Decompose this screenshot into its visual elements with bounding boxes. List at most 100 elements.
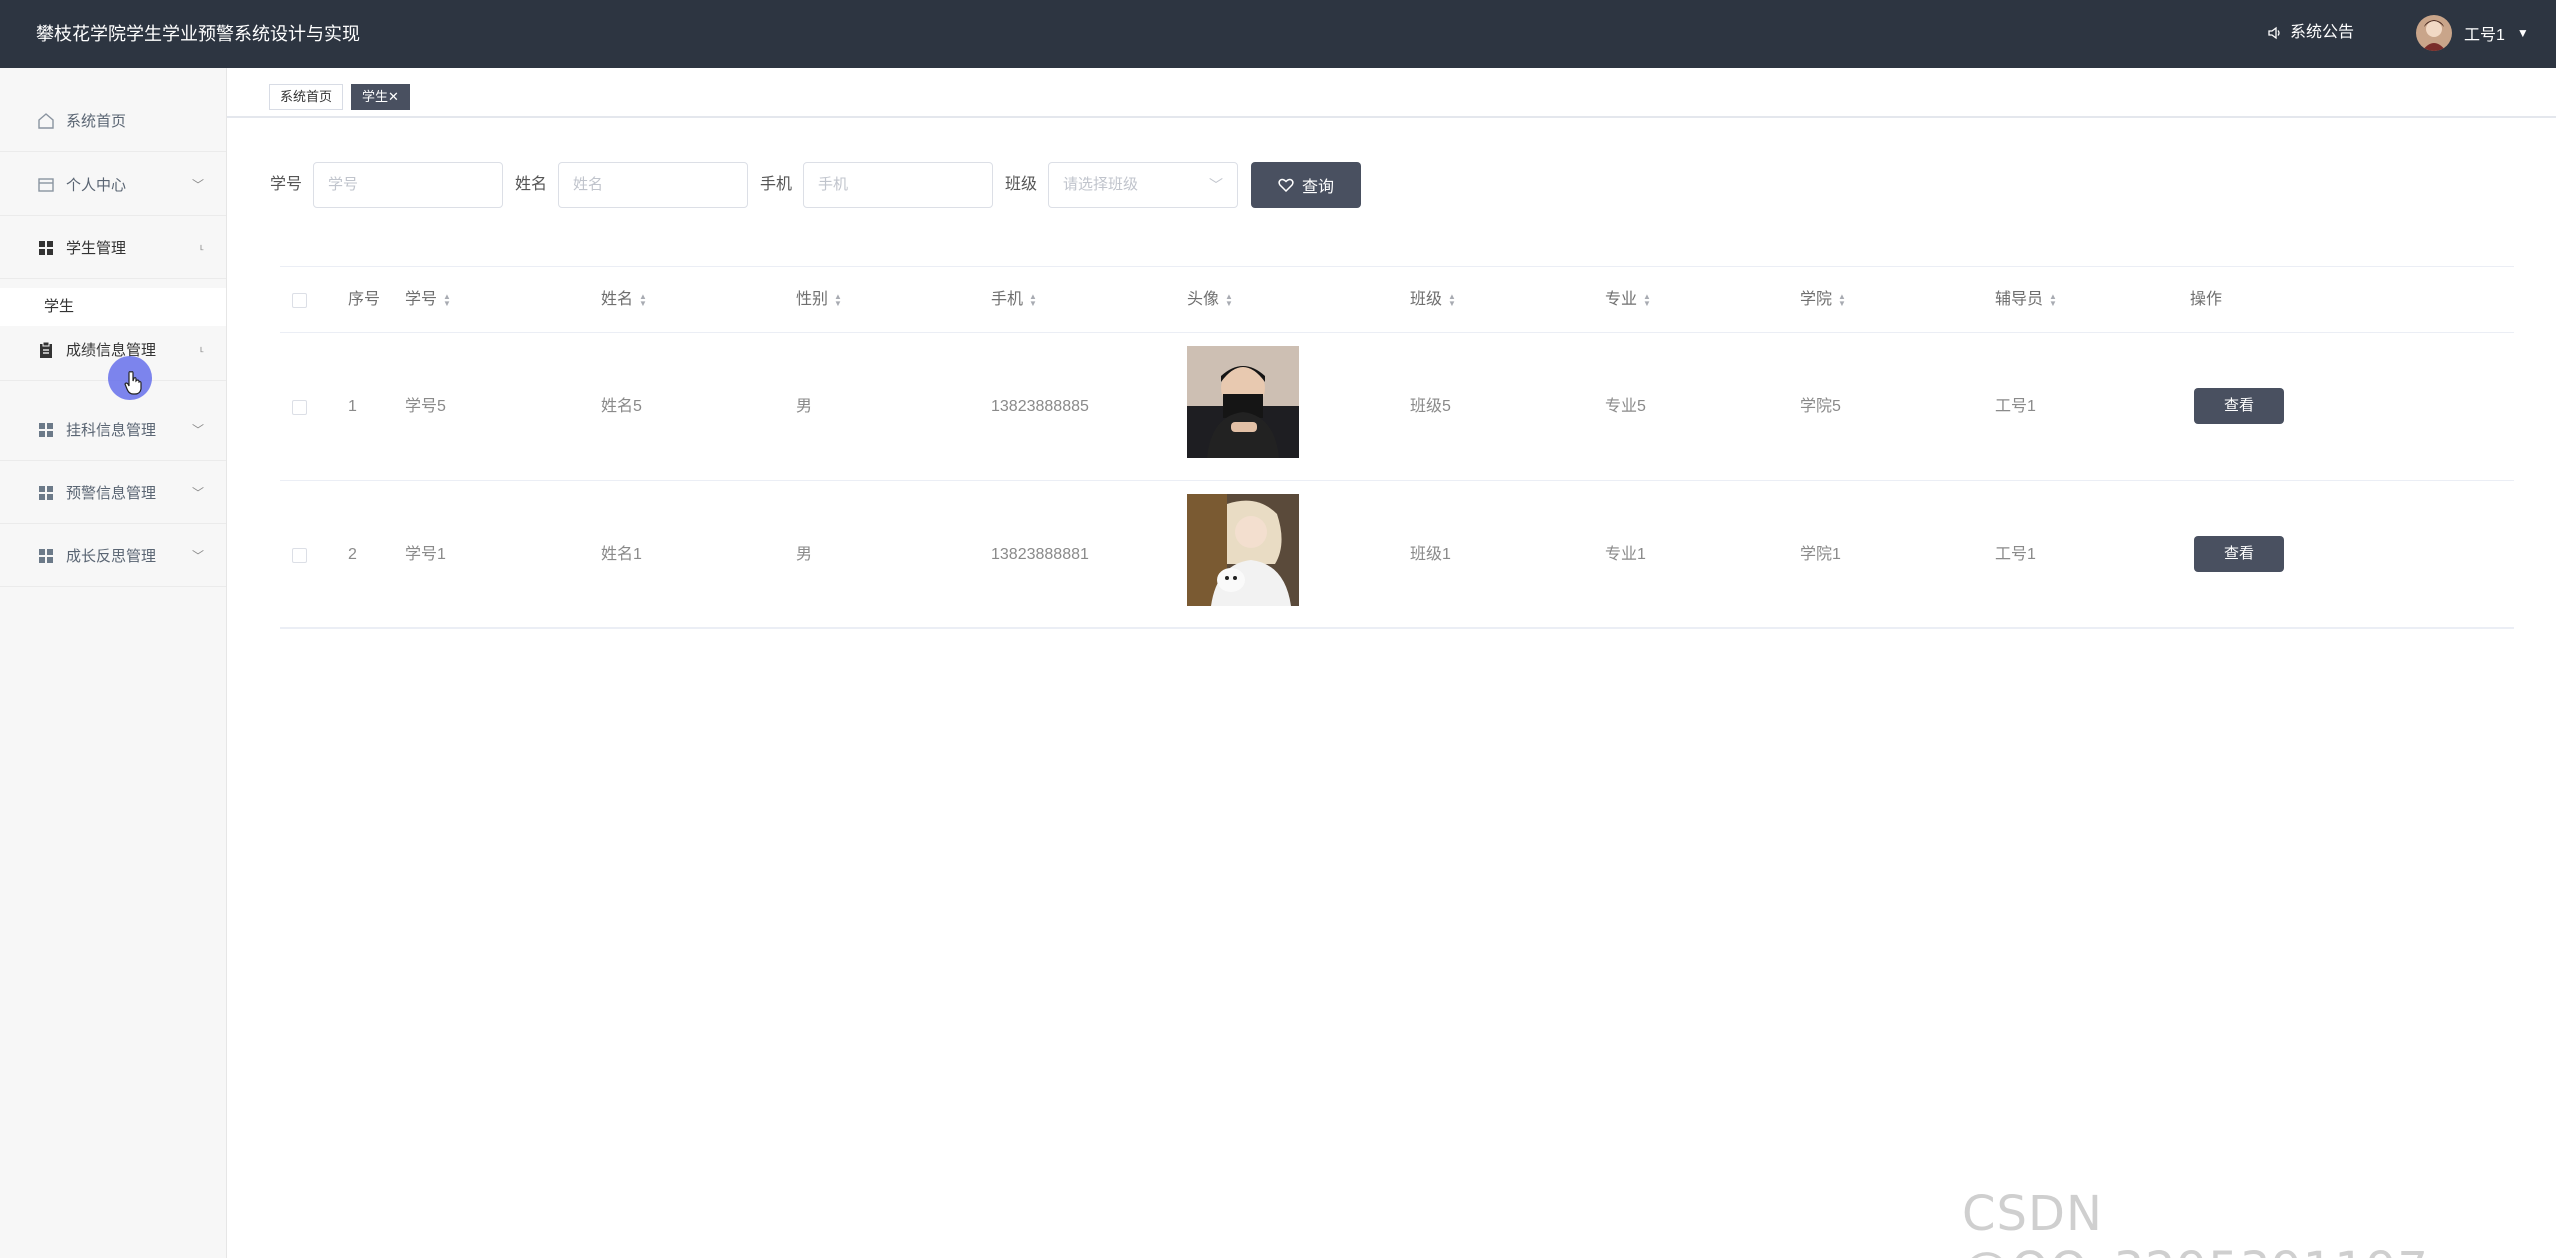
table-header: 序号 学号 ▲ ▼ 姓名 ▲ ▼ 性别 ▲ ▼ 手机 ▲ ▼ 头像 ▲ ▼ 班级 ▲ ▼ 专业 ▲ ▼ 学院… xyxy=(280,267,2514,333)
sort-icon[interactable]: ▲ ▼ xyxy=(1643,293,1651,308)
sidebar-item-label: 学生管理 xyxy=(66,240,127,257)
cell-college: 学院5 xyxy=(1800,398,1841,415)
user-menu[interactable]: 工号1 ▼ xyxy=(2416,14,2529,52)
column-header-gender[interactable]: 性别 ▲ ▼ xyxy=(796,267,842,333)
speaker-icon xyxy=(2268,26,2280,40)
sidebar-item-failed-course-management[interactable]: 挂科信息管理 ﹀ xyxy=(0,399,226,461)
column-header-phone[interactable]: 手机 ▲ ▼ xyxy=(991,267,1037,333)
sort-icon[interactable]: ▲ ▼ xyxy=(639,293,647,308)
cell-counselor: 工号1 xyxy=(1995,546,2036,563)
student-no-input[interactable]: 学号 xyxy=(313,162,503,208)
cell-class: 班级5 xyxy=(1410,398,1451,415)
cell-name: 姓名5 xyxy=(601,398,642,415)
sort-icon[interactable]: ▲ ▼ xyxy=(443,293,451,308)
sidebar-item-label: 系统首页 xyxy=(66,113,127,130)
cell-index: 2 xyxy=(348,546,357,563)
sort-icon[interactable]: ▲ ▼ xyxy=(1225,293,1233,308)
chevron-down-icon: ﹀ xyxy=(191,486,204,500)
sidebar-item-label: 成绩信息管理 xyxy=(66,342,157,359)
grid-icon xyxy=(36,483,56,503)
sidebar-item-warning-management[interactable]: 预警信息管理 ﹀ xyxy=(0,462,226,524)
grid-icon xyxy=(36,546,56,566)
phone-input[interactable]: 手机 xyxy=(803,162,993,208)
sidebar-item-label: 成长反思管理 xyxy=(66,548,157,565)
chevron-up-icon: ˪ xyxy=(200,239,204,253)
watermark: CSDN @QQ_3295391197 xyxy=(1962,1186,2428,1258)
cell-name: 姓名1 xyxy=(601,546,642,563)
cell-gender: 男 xyxy=(796,398,813,415)
cell-major: 专业5 xyxy=(1605,398,1646,415)
table-row: 1 学号5 姓名5 男 13823888885 班级5 专业5 学院5 工号1 … xyxy=(280,333,2514,481)
chevron-down-icon: ﹀ xyxy=(1209,177,1223,193)
sort-icon[interactable]: ▲ ▼ xyxy=(1448,293,1456,308)
sidebar-item-home[interactable]: 系统首页 xyxy=(0,90,226,152)
cell-phone: 13823888885 xyxy=(991,398,1089,415)
chevron-up-icon: ˪ xyxy=(200,341,204,355)
column-header-major[interactable]: 专业 ▲ ▼ xyxy=(1605,267,1651,333)
view-button[interactable]: 查看 xyxy=(2194,388,2284,424)
search-label-class: 班级 xyxy=(1005,176,1038,193)
search-label-phone: 手机 xyxy=(760,176,793,193)
sort-icon[interactable]: ▲ ▼ xyxy=(2049,293,2057,308)
cell-college: 学院1 xyxy=(1800,546,1841,563)
cell-major: 专业1 xyxy=(1605,546,1646,563)
heart-icon xyxy=(1278,178,1294,192)
system-notice-link[interactable]: 系统公告 xyxy=(2268,0,2354,66)
class-select-placeholder: 请选择班级 xyxy=(1063,176,1139,193)
search-label-student-no: 学号 xyxy=(270,176,303,193)
column-header-student-no[interactable]: 学号 ▲ ▼ xyxy=(405,267,451,333)
card-icon xyxy=(36,175,56,195)
class-select[interactable]: 请选择班级 ﹀ xyxy=(1048,162,1238,208)
row-checkbox[interactable] xyxy=(292,400,307,415)
top-header: 攀枝花学院学生学业预警系统设计与实现 系统公告 工号1 ▼ xyxy=(0,0,2556,68)
column-header-action: 操作 xyxy=(2190,291,2223,308)
sort-icon[interactable]: ▲ ▼ xyxy=(1838,293,1846,308)
tab-student[interactable]: 学生✕ xyxy=(351,84,410,110)
sidebar-item-reflection-management[interactable]: 成长反思管理 ﹀ xyxy=(0,525,226,587)
grid-icon xyxy=(36,238,56,258)
cell-counselor: 工号1 xyxy=(1995,398,2036,415)
sidebar-item-label: 挂科信息管理 xyxy=(66,422,157,439)
chevron-down-icon: ﹀ xyxy=(191,423,204,437)
name-input[interactable]: 姓名 xyxy=(558,162,748,208)
sort-icon[interactable]: ▲ ▼ xyxy=(834,293,842,308)
table-row: 2 学号1 姓名1 男 13823888881 班级1 专业1 学院1 工号1 … xyxy=(280,481,2514,629)
column-header-avatar[interactable]: 头像 ▲ ▼ xyxy=(1187,267,1233,333)
chevron-down-icon: ﹀ xyxy=(191,178,204,192)
cell-phone: 13823888881 xyxy=(991,546,1089,563)
sort-icon[interactable]: ▲ ▼ xyxy=(1029,293,1037,308)
sidebar-item-personal-center[interactable]: 个人中心 ﹀ xyxy=(0,154,226,216)
tab-home[interactable]: 系统首页 xyxy=(269,84,344,110)
column-header-name[interactable]: 姓名 ▲ ▼ xyxy=(601,267,647,333)
app-title: 攀枝花学院学生学业预警系统设计与实现 xyxy=(36,24,360,44)
student-photo[interactable] xyxy=(1187,494,1299,606)
cell-student-no: 学号5 xyxy=(405,398,446,415)
select-all-checkbox[interactable] xyxy=(292,293,307,308)
column-header-counselor[interactable]: 辅导员 ▲ ▼ xyxy=(1995,267,2057,333)
sidebar-item-student-management[interactable]: 学生管理 ˪ xyxy=(0,217,226,279)
hand-cursor-icon xyxy=(124,371,142,395)
grid-icon xyxy=(36,420,56,440)
search-button[interactable]: 查询 xyxy=(1251,162,1361,208)
cell-student-no: 学号1 xyxy=(405,546,446,563)
view-button[interactable]: 查看 xyxy=(2194,536,2284,572)
search-label-name: 姓名 xyxy=(515,176,548,193)
clipboard-icon xyxy=(36,340,56,360)
column-header-index: 序号 xyxy=(348,291,381,308)
cell-gender: 男 xyxy=(796,546,813,563)
student-table: 序号 学号 ▲ ▼ 姓名 ▲ ▼ 性别 ▲ ▼ 手机 ▲ ▼ 头像 ▲ ▼ 班级 ▲ ▼ 专业 ▲ ▼ 学院… xyxy=(280,266,2514,629)
column-header-college[interactable]: 学院 ▲ ▼ xyxy=(1800,267,1846,333)
row-checkbox[interactable] xyxy=(292,548,307,563)
user-name: 工号1 xyxy=(2464,27,2505,44)
cell-class: 班级1 xyxy=(1410,546,1451,563)
sidebar: 系统首页 个人中心 ﹀ 学生管理 ˪ 学生 成绩信息管理 ˪ 挂科信息管理 ﹀ … xyxy=(0,68,227,1258)
tab-bar: 系统首页 学生✕ xyxy=(227,68,2556,118)
avatar xyxy=(2416,15,2452,51)
search-button-label: 查询 xyxy=(1301,179,1334,196)
home-icon xyxy=(36,111,56,131)
cell-index: 1 xyxy=(348,398,357,415)
student-photo[interactable] xyxy=(1187,346,1299,458)
chevron-down-icon: ﹀ xyxy=(191,549,204,563)
caret-down-icon: ▼ xyxy=(2516,26,2529,40)
column-header-class[interactable]: 班级 ▲ ▼ xyxy=(1410,267,1456,333)
